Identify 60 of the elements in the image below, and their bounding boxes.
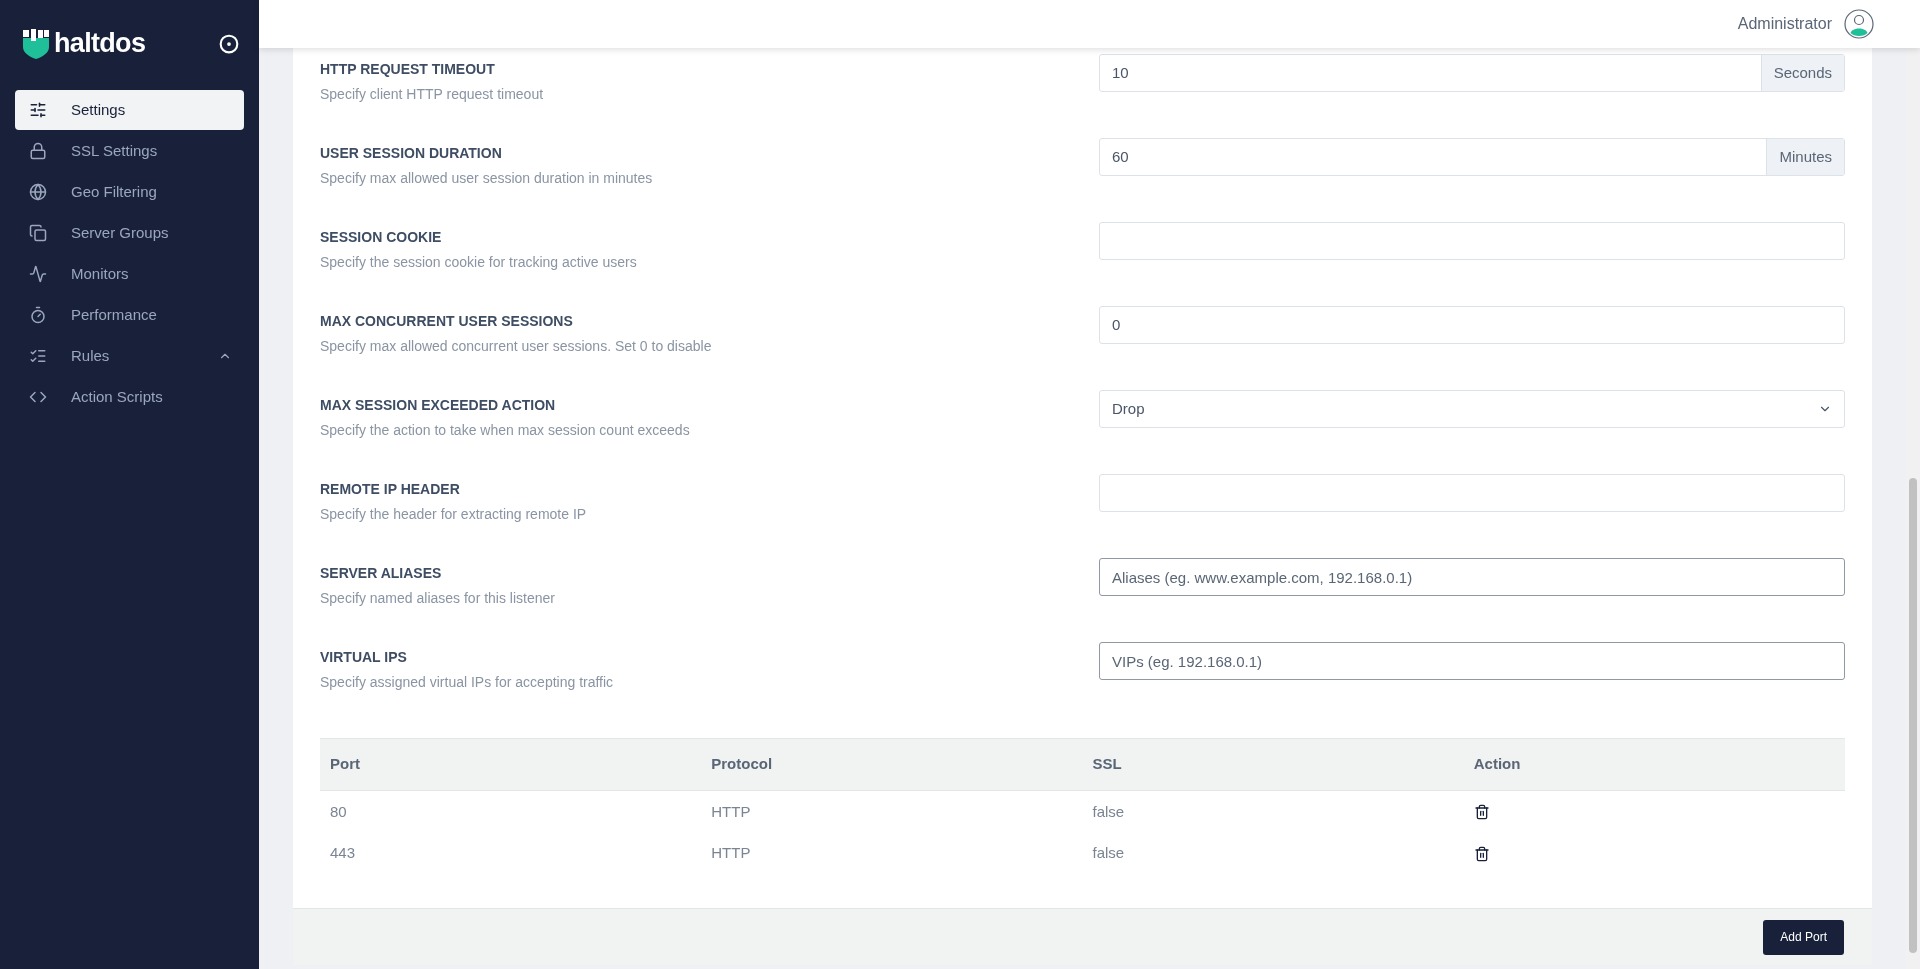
setting-description: Specify assigned virtual IPs for accepting traffic <box>320 673 615 692</box>
sliders-icon <box>29 101 47 119</box>
avatar-icon[interactable] <box>1844 9 1874 39</box>
input-field[interactable]: VIPs (eg. 192.168.0.1) <box>1099 642 1845 680</box>
table-cell-text: 443 <box>329 843 357 864</box>
setting-description: Specify the header for extracting remote IP <box>320 505 588 524</box>
table-cell-text: false <box>1091 843 1126 864</box>
copy-icon <box>29 224 47 242</box>
field-value: 60 <box>1111 146 1130 167</box>
column-header: Protocol <box>701 738 1083 791</box>
setting-description: Specify max allowed concurrent user sessions. Set 0 to disable <box>320 337 713 356</box>
table-cell: false <box>1082 790 1464 833</box>
setting-description: Specify named aliases for this listener <box>320 589 556 608</box>
setting-title: REMOTE IP HEADER <box>320 480 461 499</box>
delete-icon[interactable] <box>1473 845 1490 862</box>
setting-title: MAX CONCURRENT USER SESSIONS <box>320 312 574 331</box>
setting-title: HTTP REQUEST TIMEOUT <box>320 60 496 79</box>
input-field[interactable]: 0 <box>1099 306 1845 344</box>
column-header: Port <box>320 738 702 791</box>
field-value: 0 <box>1112 314 1121 335</box>
sidebar-item[interactable]: Settings <box>15 90 244 130</box>
sidebar-item[interactable]: Server Groups <box>15 213 244 253</box>
add-port-button[interactable]: Add Port <box>1763 919 1844 955</box>
select-field[interactable]: Drop <box>1099 390 1845 428</box>
input-field[interactable]: Aliases (eg. www.example.com, 192.168.0.1) <box>1099 558 1845 596</box>
table-cell-text: HTTP <box>710 843 752 864</box>
input-field[interactable]: 10 Seconds <box>1099 54 1845 92</box>
sidebar-item[interactable]: Geo Filtering <box>15 172 244 212</box>
input-field[interactable]: 60 Minutes <box>1099 138 1845 176</box>
stopwatch-icon <box>29 306 47 324</box>
setting-description: Specify the session cookie for tracking active users <box>320 253 638 272</box>
user-name[interactable]: Administrator <box>1737 12 1832 36</box>
pulse-icon <box>29 265 47 283</box>
shield-logo-icon <box>22 28 50 59</box>
column-header: Action <box>1463 738 1845 791</box>
sidebar-item[interactable]: Performance <box>15 295 244 335</box>
lock-icon <box>29 142 47 160</box>
setting-description: Specify max allowed user session duration in minutes <box>320 169 654 188</box>
column-header: SSL <box>1082 738 1464 791</box>
table-cell: 80 <box>320 790 702 833</box>
setting-title: MAX SESSION EXCEEDED ACTION <box>320 396 557 415</box>
setting-title: SESSION COOKIE <box>320 228 443 247</box>
setting-title: USER SESSION DURATION <box>320 144 503 163</box>
sidebar-item[interactable]: SSL Settings <box>15 131 244 171</box>
field-value: 10 <box>1111 62 1130 83</box>
sidebar-item[interactable]: Action Scripts <box>15 377 244 417</box>
setting-title: VIRTUAL IPS <box>320 648 408 667</box>
target-icon[interactable] <box>219 33 239 54</box>
sidebar-item[interactable]: Monitors <box>15 254 244 294</box>
list-icon <box>29 347 47 365</box>
unit-label: Seconds <box>1760 55 1844 91</box>
unit-label: Minutes <box>1766 139 1844 175</box>
setting-description: Specify client HTTP request timeout <box>320 85 545 104</box>
sidebar-item[interactable]: Rules <box>15 336 244 376</box>
setting-description: Specify the action to take when max session count exceeds <box>320 421 691 440</box>
brand-name: haltdos <box>54 27 146 61</box>
globe-icon <box>29 183 47 201</box>
delete-icon[interactable] <box>1473 803 1490 820</box>
setting-title: SERVER ALIASES <box>320 564 443 583</box>
table-cell: HTTP <box>701 790 1083 833</box>
